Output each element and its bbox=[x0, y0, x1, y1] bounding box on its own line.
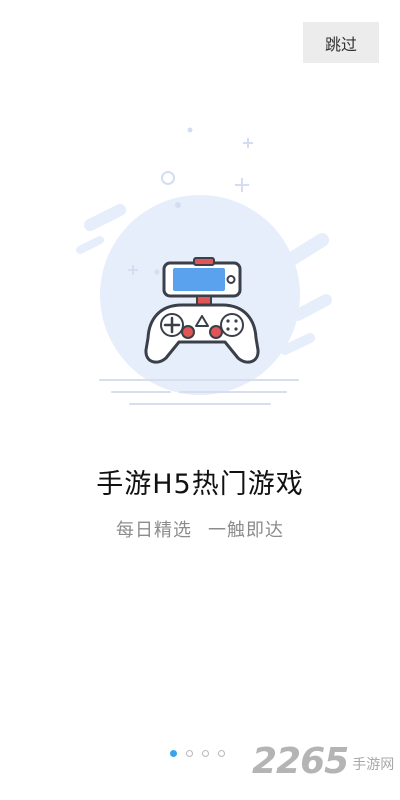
subtitle: 每日精选 一触即达 bbox=[0, 516, 400, 542]
page-dot-1[interactable] bbox=[170, 750, 177, 757]
page-dot-4[interactable] bbox=[218, 750, 225, 757]
watermark-site-name: 手游网 bbox=[352, 757, 395, 773]
subtitle-left: 每日精选 bbox=[116, 520, 192, 541]
page-dot-2[interactable] bbox=[186, 750, 193, 757]
game-controller-illustration bbox=[76, 127, 332, 405]
page-indicator bbox=[170, 750, 225, 757]
site-watermark: 2265 手游网 bbox=[252, 742, 394, 782]
watermark-logo-number: 2265 bbox=[252, 741, 349, 782]
skip-button[interactable]: 跳过 bbox=[303, 22, 379, 63]
page-dot-3[interactable] bbox=[202, 750, 209, 757]
subtitle-right: 一触即达 bbox=[208, 520, 284, 541]
page-title: 手游H5热门游戏 bbox=[96, 469, 304, 500]
